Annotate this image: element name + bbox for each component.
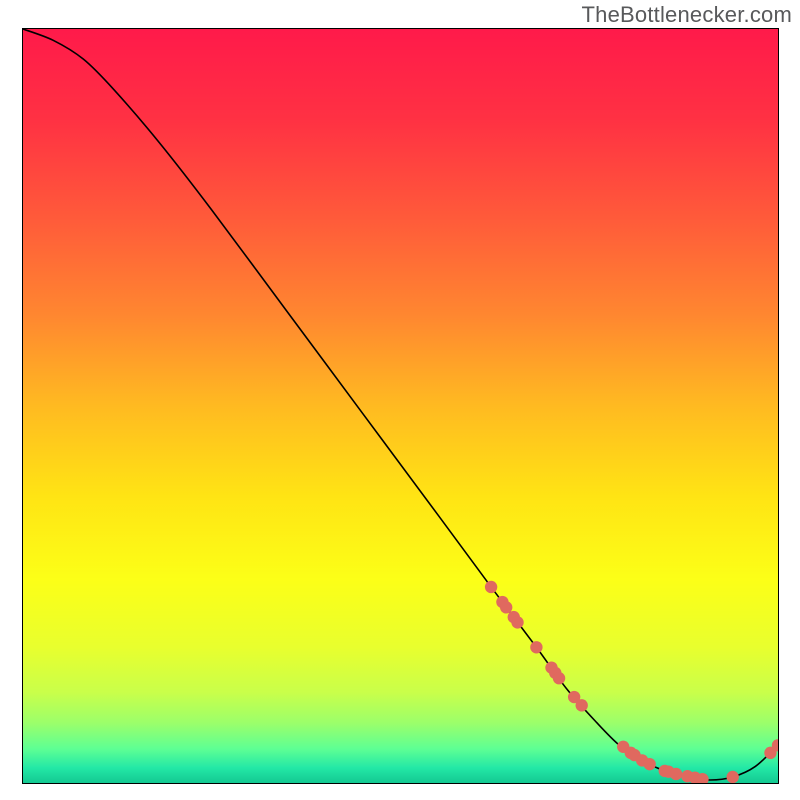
plot-area (22, 28, 779, 784)
chart-svg (23, 29, 778, 783)
data-marker (670, 768, 682, 780)
data-marker (576, 699, 588, 711)
data-marker (727, 771, 739, 783)
data-marker (485, 581, 497, 593)
data-marker (530, 641, 542, 653)
data-marker (643, 758, 655, 770)
data-marker (511, 616, 523, 628)
chart-container: TheBottlenecker.com (0, 0, 800, 800)
gradient-background (23, 29, 778, 783)
data-marker (553, 672, 565, 684)
attribution-text: TheBottlenecker.com (582, 2, 792, 28)
data-marker (500, 601, 512, 613)
